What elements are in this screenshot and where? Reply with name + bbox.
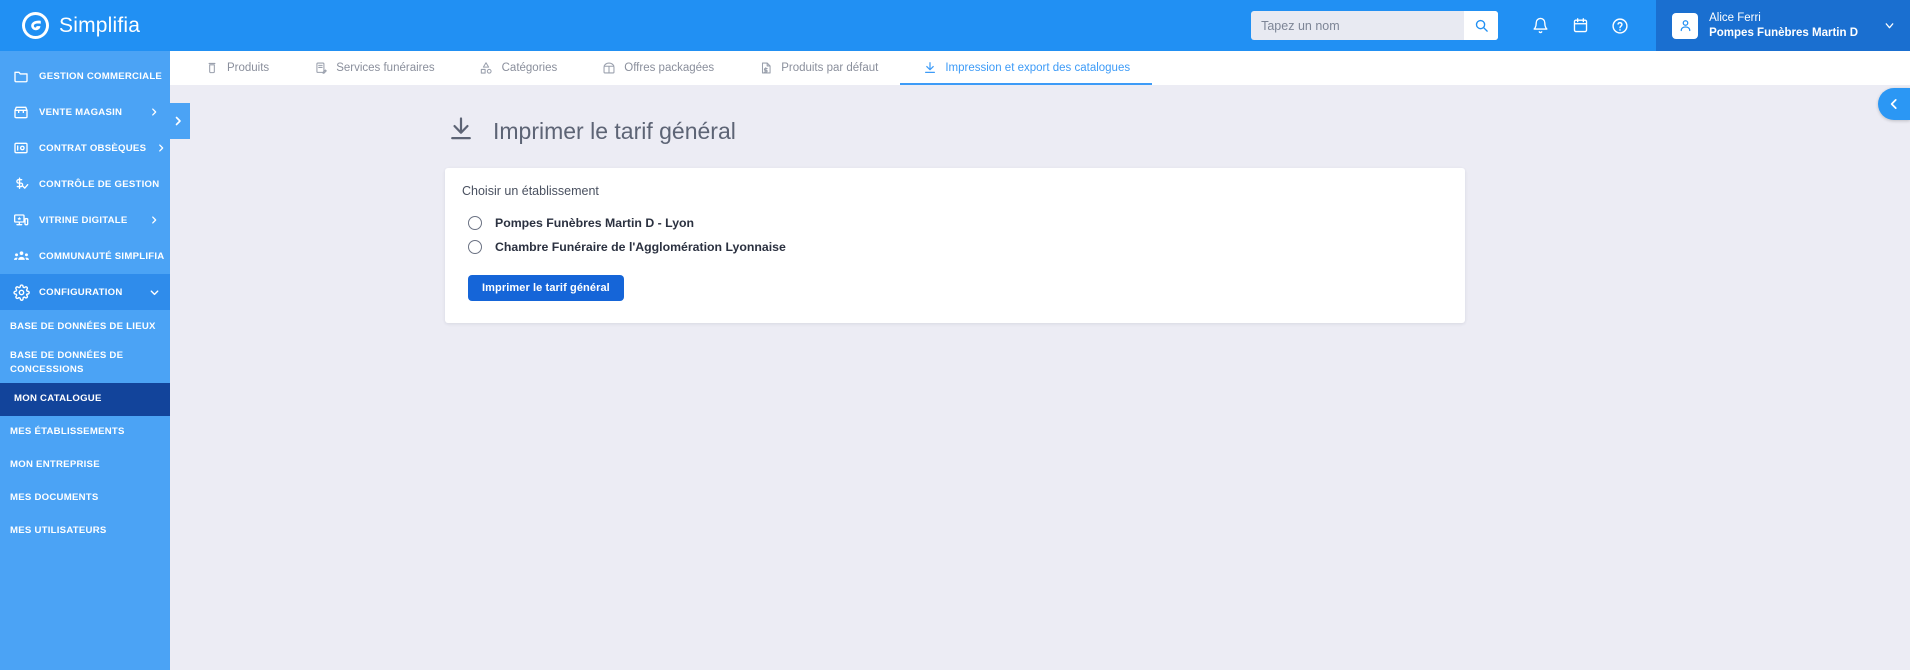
search-box[interactable] bbox=[1251, 11, 1499, 40]
radio-option-pompes-funebres-martin-d-lyon[interactable]: Pompes Funèbres Martin D - Lyon bbox=[459, 211, 1445, 235]
sidebar-item-vitrine-digitale[interactable]: VITRINE DIGITALE bbox=[0, 202, 170, 238]
content-area: Imprimer le tarif général Choisir un éta… bbox=[170, 85, 1910, 670]
search-button[interactable] bbox=[1464, 11, 1499, 40]
user-profile-menu[interactable]: Alice Ferri Pompes Funèbres Martin D bbox=[1656, 0, 1910, 51]
sidebar-item-communaute-simplifia[interactable]: COMMUNAUTÉ SIMPLIFIA bbox=[0, 238, 170, 274]
sidebar-expand-toggle[interactable] bbox=[166, 103, 190, 139]
sidebar-item-vente-magasin[interactable]: VENTE MAGASIN bbox=[0, 94, 170, 130]
tab-label: Offres packagées bbox=[624, 62, 715, 74]
chevron-right-icon bbox=[148, 215, 160, 225]
main-area: Produits Services funéraires Catégories bbox=[170, 51, 1910, 670]
tab-impression-et-export-des-catalogues[interactable]: Impression et export des catalogues bbox=[900, 51, 1152, 85]
sidebar-item-contrat-obseques[interactable]: CONTRAT OBSÈQUES bbox=[0, 130, 170, 166]
tab-categories[interactable]: Catégories bbox=[457, 51, 580, 85]
user-avatar-icon bbox=[1672, 12, 1699, 39]
sidebar-subitem-label: BASE DE DONNÉES DE CONCESSIONS bbox=[10, 350, 124, 375]
folder-icon bbox=[12, 67, 30, 85]
chevron-right-icon bbox=[175, 116, 181, 126]
chevron-right-icon bbox=[168, 179, 170, 189]
tab-label: Produits bbox=[227, 62, 270, 74]
tab-produits-par-defaut[interactable]: Produits par défaut bbox=[736, 51, 900, 85]
simplifia-logo-icon bbox=[22, 12, 49, 39]
default-price-doc-icon bbox=[758, 61, 773, 76]
sidebar-subitem-label: MON CATALOGUE bbox=[14, 393, 102, 405]
radio-button[interactable] bbox=[468, 216, 482, 230]
gear-icon bbox=[12, 283, 30, 301]
tab-label: Services funéraires bbox=[336, 62, 435, 74]
profile-name: Alice Ferri bbox=[1709, 11, 1761, 24]
sidebar-subitem-label: MON ENTREPRISE bbox=[10, 459, 100, 471]
coffin-icon bbox=[204, 61, 219, 76]
search-input[interactable] bbox=[1251, 11, 1465, 40]
content-inner: Imprimer le tarif général Choisir un éta… bbox=[445, 115, 1465, 323]
profile-organization: Pompes Funèbres Martin D bbox=[1709, 26, 1858, 39]
search-icon bbox=[1475, 19, 1488, 32]
sidebar-subitem-mes-utilisateurs[interactable]: MES UTILISATEURS bbox=[0, 515, 170, 548]
app-root: Simplifia Tapez un nom Alice Ferri Pompe… bbox=[0, 0, 1910, 670]
sidebar-subitem-mes-etablissements[interactable]: MES ÉTABLISSEMENTS bbox=[0, 416, 170, 449]
help-icon[interactable] bbox=[1600, 0, 1640, 51]
tab-label: Impression et export des catalogues bbox=[945, 62, 1131, 74]
tab-offres-packagees[interactable]: Offres packagées bbox=[579, 51, 736, 85]
tab-label: Catégories bbox=[501, 62, 558, 74]
sidebar-item-controle-de-gestion[interactable]: CONTRÔLE DE GESTION bbox=[0, 166, 170, 202]
right-panel-collapse-button[interactable] bbox=[1878, 88, 1910, 120]
tab-label: Produits par défaut bbox=[781, 62, 879, 74]
contract-icon bbox=[12, 139, 30, 157]
brand[interactable]: Simplifia bbox=[0, 12, 208, 39]
establishment-selection-card: Choisir un établissement Pompes Funèbres… bbox=[445, 168, 1465, 323]
calendar-icon[interactable] bbox=[1560, 0, 1600, 51]
sidebar-item-label: CONTRAT OBSÈQUES bbox=[39, 142, 147, 154]
sidebar-subitem-label: MES UTILISATEURS bbox=[10, 525, 107, 537]
community-icon bbox=[12, 247, 30, 265]
sidebar: GESTION COMMERCIALE VENTE MAGASIN CONTRA… bbox=[0, 51, 170, 670]
finance-check-icon bbox=[12, 175, 30, 193]
sidebar-subitem-mon-entreprise[interactable]: MON ENTREPRISE bbox=[0, 449, 170, 482]
package-gift-icon bbox=[601, 61, 616, 76]
sidebar-item-label: COMMUNAUTÉ SIMPLIFIA bbox=[39, 250, 165, 262]
notifications-icon[interactable] bbox=[1520, 0, 1560, 51]
tab-services-funeraires[interactable]: Services funéraires bbox=[291, 51, 456, 85]
categories-icon bbox=[479, 61, 494, 76]
profile-text: Alice Ferri Pompes Funèbres Martin D bbox=[1709, 11, 1858, 40]
sidebar-item-label: GESTION COMMERCIALE bbox=[39, 70, 163, 82]
service-edit-icon bbox=[313, 61, 328, 76]
sidebar-item-gestion-commerciale[interactable]: GESTION COMMERCIALE bbox=[0, 58, 170, 94]
sidebar-subitem-mon-catalogue[interactable]: MON CATALOGUE bbox=[0, 382, 170, 416]
sidebar-item-label: VITRINE DIGITALE bbox=[39, 214, 128, 226]
top-header: Simplifia Tapez un nom Alice Ferri Pompe… bbox=[0, 0, 1910, 51]
chevron-down-icon[interactable] bbox=[1883, 19, 1896, 32]
chevron-right-icon bbox=[155, 143, 167, 153]
sidebar-item-label: VENTE MAGASIN bbox=[39, 106, 123, 118]
sidebar-item-label: CONTRÔLE DE GESTION bbox=[39, 178, 160, 190]
sidebar-item-configuration[interactable]: CONFIGURATION bbox=[0, 274, 170, 310]
page-title-row: Imprimer le tarif général bbox=[445, 115, 1465, 148]
page-title-download-icon bbox=[447, 115, 475, 148]
page-title: Imprimer le tarif général bbox=[493, 118, 736, 144]
download-icon bbox=[922, 61, 937, 76]
brand-name: Simplifia bbox=[59, 13, 141, 37]
sidebar-subitem-mes-documents[interactable]: MES DOCUMENTS bbox=[0, 482, 170, 515]
radio-option-label: Chambre Funéraire de l'Agglomération Lyo… bbox=[495, 240, 786, 254]
sidebar-subitem-label: BASE DE DONNÉES DE LIEUX bbox=[10, 320, 156, 332]
sidebar-subitem-base-de-donnees-de-concessions[interactable]: BASE DE DONNÉES DE CONCESSIONS bbox=[0, 343, 170, 383]
card-legend: Choisir un établissement bbox=[462, 184, 599, 198]
digital-display-icon bbox=[12, 211, 30, 229]
chevron-down-icon bbox=[148, 287, 160, 298]
store-icon bbox=[12, 103, 30, 121]
chevron-right-icon bbox=[148, 107, 160, 117]
print-tariff-button[interactable]: Imprimer le tarif général bbox=[468, 275, 624, 301]
sidebar-subitem-label: MES DOCUMENTS bbox=[10, 492, 99, 504]
tab-produits[interactable]: Produits bbox=[182, 51, 291, 85]
sidebar-subitem-label: MES ÉTABLISSEMENTS bbox=[10, 426, 125, 438]
radio-option-label: Pompes Funèbres Martin D - Lyon bbox=[495, 216, 695, 230]
tab-bar: Produits Services funéraires Catégories bbox=[170, 51, 1910, 85]
chevron-left-icon bbox=[1890, 99, 1897, 109]
radio-option-chambre-funeraire-agglomeration-lyonnaise[interactable]: Chambre Funéraire de l'Agglomération Lyo… bbox=[459, 235, 1445, 259]
sidebar-subitem-base-de-donnees-de-lieux[interactable]: BASE DE DONNÉES DE LIEUX bbox=[0, 310, 170, 343]
body-row: GESTION COMMERCIALE VENTE MAGASIN CONTRA… bbox=[0, 51, 1910, 670]
radio-button[interactable] bbox=[468, 240, 482, 254]
sidebar-item-label: CONFIGURATION bbox=[39, 286, 123, 298]
